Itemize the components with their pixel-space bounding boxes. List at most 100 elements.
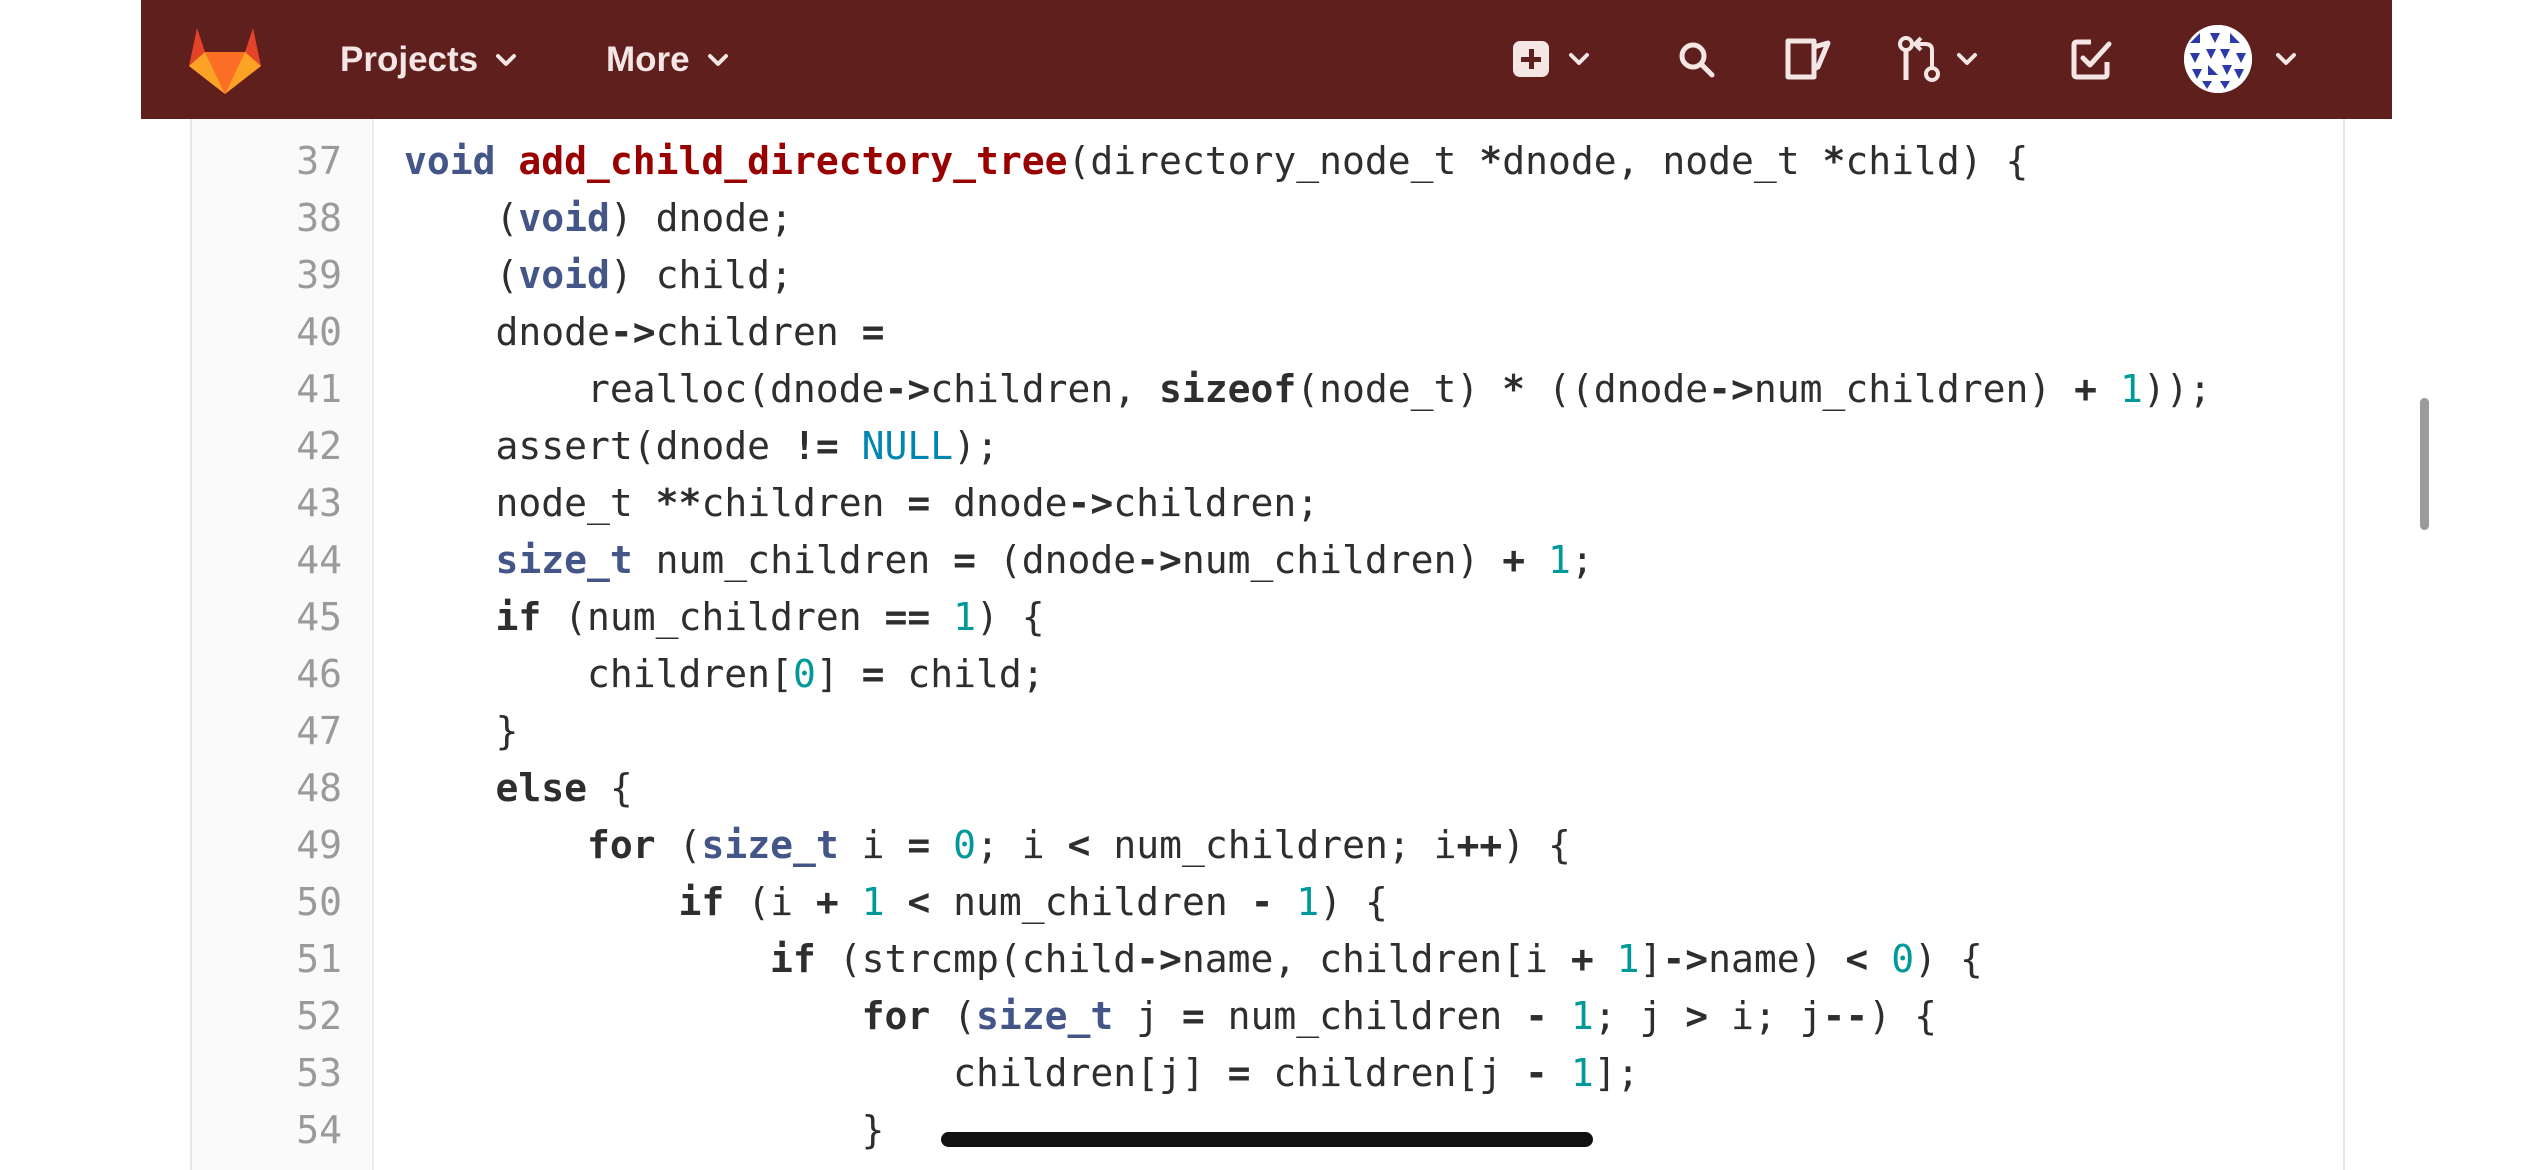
code-token: (directory_node_t: [1067, 139, 1480, 183]
code-text: (void) child;: [404, 247, 793, 304]
line-number[interactable]: 46: [192, 646, 342, 703]
code-line: 47 }: [192, 703, 2343, 760]
code-token: =: [1181, 994, 1205, 1038]
code-token: children[i]: [404, 1165, 1136, 1170]
line-number[interactable]: 48: [192, 760, 342, 817]
code-token: =: [907, 481, 931, 525]
code-token: 1: [1296, 880, 1320, 924]
line-number[interactable]: 55: [192, 1159, 342, 1170]
line-number[interactable]: 38: [192, 190, 342, 247]
code-token: +: [2074, 367, 2098, 411]
code-line: 38 (void) dnode;: [192, 190, 2343, 247]
code-token: void: [404, 139, 496, 183]
code-text: node_t **children = dnode->children;: [404, 475, 1320, 532]
line-number[interactable]: 54: [192, 1102, 342, 1159]
code-token: );: [953, 424, 999, 468]
line-number[interactable]: 52: [192, 988, 342, 1045]
code-token: children[: [404, 652, 793, 696]
code-line: 40 dnode->children =: [192, 304, 2343, 361]
code-token: num_children: [1204, 994, 1526, 1038]
issues-button[interactable]: [1784, 34, 1832, 84]
merge-requests-dropdown[interactable]: [1897, 34, 1981, 84]
more-menu[interactable]: More: [606, 0, 732, 119]
line-number[interactable]: 40: [192, 304, 342, 361]
gitlab-logo-icon[interactable]: [187, 24, 263, 94]
line-number[interactable]: 51: [192, 931, 342, 988]
more-menu-label: More: [606, 39, 690, 79]
code-token: ->: [884, 367, 931, 411]
line-number[interactable]: 49: [192, 817, 342, 874]
code-line: 51 if (strcmp(child->name, children[i + …: [192, 931, 2343, 988]
new-item-dropdown[interactable]: [1511, 34, 1593, 84]
line-number[interactable]: 44: [192, 532, 342, 589]
code-token: -: [1525, 994, 1548, 1038]
line-number[interactable]: 37: [192, 133, 342, 190]
code-token: num_children): [1753, 367, 2075, 411]
code-line: 54 }: [192, 1102, 2343, 1159]
code-token: num_children; i: [1090, 823, 1457, 867]
code-text: children[i] = child;: [404, 1159, 1320, 1170]
line-number[interactable]: 43: [192, 475, 342, 532]
code-viewer[interactable]: 37 void add_child_directory_tree(director…: [190, 119, 2345, 1170]
code-token: dnode, node_t: [1502, 139, 1823, 183]
code-text: if (i + 1 < num_children - 1) {: [404, 874, 1388, 931]
line-number[interactable]: 50: [192, 874, 342, 931]
code-token: num_children: [632, 538, 954, 582]
code-token: (strcmp(child: [815, 937, 1137, 981]
code-token: <: [1845, 937, 1869, 981]
line-number[interactable]: 45: [192, 589, 342, 646]
code-token: size_t: [495, 538, 633, 582]
code-text: dnode->children =: [404, 304, 885, 361]
code-token: num_children: [930, 880, 1251, 924]
code-token: --: [1822, 994, 1869, 1038]
issues-icon: [1785, 38, 1831, 80]
code-token: size_t: [701, 823, 839, 867]
code-token: +: [1502, 538, 1526, 582]
user-menu[interactable]: [2184, 25, 2300, 93]
code-token: >: [1685, 994, 1709, 1038]
code-token: size_t: [975, 994, 1114, 1038]
code-token: 1: [1616, 937, 1640, 981]
line-number[interactable]: 42: [192, 418, 342, 475]
code-line: 37 void add_child_directory_tree(director…: [192, 133, 2343, 190]
home-indicator[interactable]: [941, 1132, 1593, 1147]
line-number[interactable]: 47: [192, 703, 342, 760]
code-token: NULL: [861, 424, 954, 468]
line-number[interactable]: 39: [192, 247, 342, 304]
line-number[interactable]: 41: [192, 361, 342, 418]
merge-request-icon: [1898, 36, 1940, 82]
code-token: =: [907, 823, 931, 867]
chevron-down-icon: [1569, 53, 1589, 65]
search-icon: [1679, 42, 1715, 78]
code-token: }: [404, 1108, 885, 1152]
code-token: =: [861, 310, 885, 354]
code-token: ];: [1593, 1051, 1640, 1095]
code-token: num_children): [1181, 538, 1503, 582]
code-token: children[j]: [404, 1051, 1228, 1095]
projects-menu-label: Projects: [340, 39, 479, 79]
todo-check-icon: [2071, 39, 2112, 80]
code-text: if (num_children == 1) {: [404, 589, 1045, 646]
code-token: void: [518, 253, 610, 297]
code-token: ; j: [1593, 994, 1686, 1038]
code-token: for: [587, 823, 656, 867]
code-token: ->: [609, 310, 656, 354]
code-token: +: [815, 880, 839, 924]
code-token: 1: [861, 880, 885, 924]
code-token: 1: [1570, 994, 1594, 1038]
search-button[interactable]: [1676, 34, 1716, 84]
todos-button[interactable]: [2071, 34, 2113, 84]
projects-menu[interactable]: Projects: [340, 0, 520, 119]
code-token: node_t: [404, 481, 656, 525]
code-token: child) {: [1845, 139, 2029, 183]
code-token: ) {: [976, 595, 1045, 639]
code-token: ) dnode;: [609, 196, 793, 240]
line-number[interactable]: 53: [192, 1045, 342, 1102]
scrollbar-thumb[interactable]: [2420, 398, 2429, 530]
